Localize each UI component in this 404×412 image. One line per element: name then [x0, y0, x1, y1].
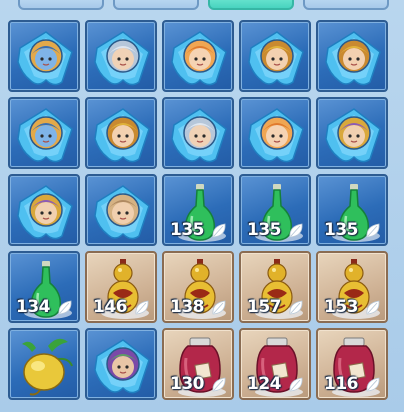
item-count: 157: [247, 297, 282, 317]
leaf-icon: [58, 300, 72, 315]
inventory-slot[interactable]: [316, 20, 388, 92]
item-count: 153: [324, 297, 359, 317]
tab-3[interactable]: [208, 0, 294, 10]
inventory-slot[interactable]: [162, 20, 234, 92]
inventory-slot[interactable]: [8, 174, 80, 246]
inventory-slot[interactable]: 138: [162, 251, 234, 323]
leaf-icon: [366, 223, 380, 238]
leaf-icon: [289, 300, 303, 315]
leaf-icon: [366, 300, 380, 315]
item-count: 124: [247, 374, 282, 394]
inventory-slot[interactable]: [316, 97, 388, 169]
inventory-slot[interactable]: 116: [316, 328, 388, 400]
inventory-slot[interactable]: 157: [239, 251, 311, 323]
inventory-slot[interactable]: 135: [316, 174, 388, 246]
inventory-slot[interactable]: [239, 97, 311, 169]
item-count: 138: [170, 297, 205, 317]
inventory-slot[interactable]: 134: [8, 251, 80, 323]
leaf-icon: [212, 223, 226, 238]
inventory-slot[interactable]: [8, 328, 80, 400]
inventory-slot[interactable]: [85, 97, 157, 169]
tab-2[interactable]: [113, 0, 199, 10]
inventory-slot[interactable]: 135: [239, 174, 311, 246]
tab-4[interactable]: [303, 0, 389, 10]
leaf-icon: [135, 300, 149, 315]
tab-1[interactable]: [18, 0, 104, 10]
inventory-slot[interactable]: 146: [85, 251, 157, 323]
inventory-slot[interactable]: [85, 328, 157, 400]
item-count: 134: [16, 297, 51, 317]
leaf-icon: [289, 223, 303, 238]
item-count: 116: [324, 374, 359, 394]
inventory-slot[interactable]: [162, 97, 234, 169]
inventory-slot[interactable]: [85, 174, 157, 246]
item-count: 130: [170, 374, 205, 394]
inventory-slot[interactable]: 135: [162, 174, 234, 246]
leaf-icon: [212, 300, 226, 315]
item-count: 146: [93, 297, 128, 317]
item-count: 135: [170, 220, 205, 240]
item-count: 135: [247, 220, 282, 240]
inventory-slot[interactable]: [239, 20, 311, 92]
leaf-icon: [212, 377, 226, 392]
inventory-slot[interactable]: 153: [316, 251, 388, 323]
inventory-slot[interactable]: [85, 20, 157, 92]
inventory-slot[interactable]: 124: [239, 328, 311, 400]
item-count: 135: [324, 220, 359, 240]
inventory-slot[interactable]: 130: [162, 328, 234, 400]
leaf-icon: [366, 377, 380, 392]
inventory-slot[interactable]: [8, 20, 80, 92]
inventory-grid: 135 135 135 134 146 138 157 153 130 124 …: [8, 20, 396, 412]
leaf-icon: [289, 377, 303, 392]
inventory-slot[interactable]: [8, 97, 80, 169]
